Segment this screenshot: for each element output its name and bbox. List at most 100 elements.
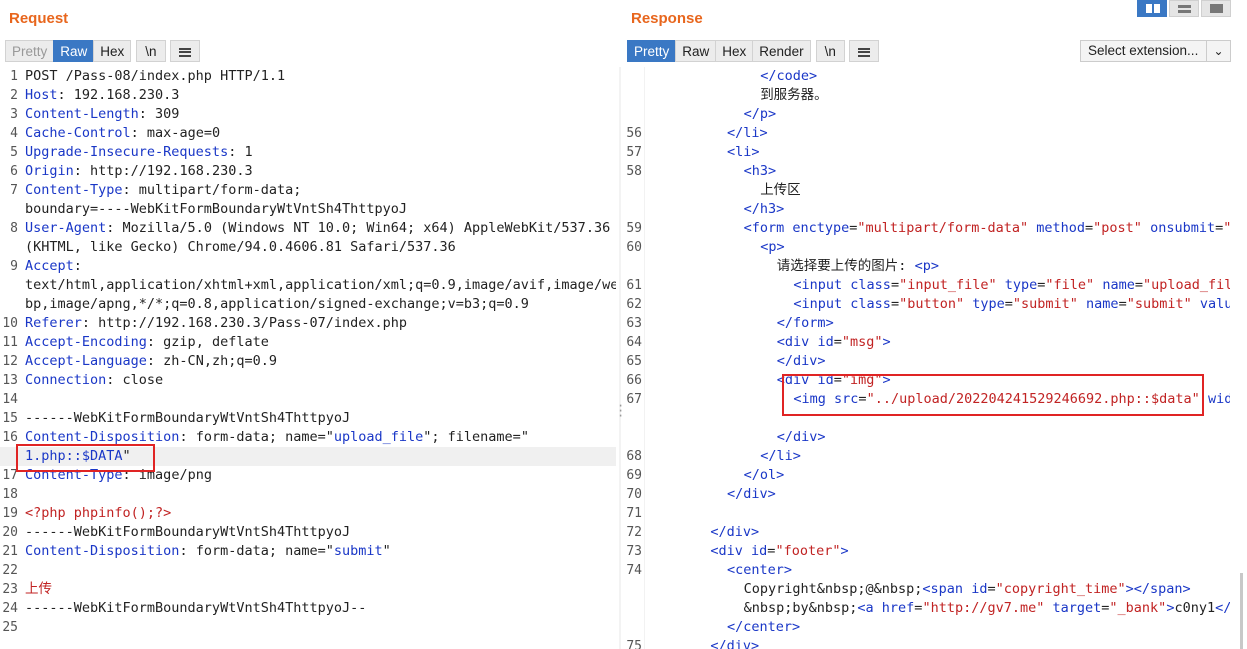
request-tab-raw[interactable]: Raw — [53, 40, 95, 62]
response-title: Response — [631, 10, 703, 27]
line-code: 上传 — [25, 580, 52, 599]
code-token: Copyright&nbsp;@&nbsp; — [743, 581, 923, 597]
split-horizontal-layout-icon[interactable] — [1137, 0, 1167, 17]
line-number: 6 — [10, 164, 18, 179]
line-code: </div> — [644, 428, 826, 447]
code-token: method — [1028, 220, 1086, 236]
code-token: &nbsp;by&nbsp; — [743, 600, 858, 616]
line-number: 2 — [10, 88, 18, 103]
code-token: <img — [793, 391, 835, 407]
line-number: 17 — [2, 468, 18, 483]
code-token: </div> — [776, 353, 826, 369]
response-viewer[interactable]: </code> 到服务器。 </p> 56 </li> 57 <li> 58 <h3> 上传区 </… — [624, 67, 1230, 649]
line-number: 75 — [626, 639, 642, 649]
code-token: " — [382, 543, 391, 559]
request-line: 20 ------WebKitFormBoundaryWtVntSh4Thttpy… — [0, 523, 616, 542]
code-token: 到服务器。 — [760, 87, 828, 103]
code-token: Accept — [25, 258, 74, 274]
code-token: id — [971, 581, 988, 597]
response-tab-pretty[interactable]: Pretty — [627, 40, 677, 62]
code-token: " — [122, 448, 131, 464]
code-token: type — [996, 277, 1038, 293]
request-line: 22 — [0, 561, 616, 580]
request-editor[interactable]: 1 POST /Pass-08/index.php HTTP/1.1 2 Host: … — [0, 67, 616, 649]
response-tab-raw[interactable]: Raw — [675, 40, 717, 62]
line-number: 10 — [2, 316, 18, 331]
response-line: 62 <input class="button" type="submit" na… — [624, 295, 1230, 314]
line-code: </center> — [644, 618, 800, 637]
response-line: </p> — [624, 105, 1230, 124]
line-number: 57 — [626, 145, 642, 160]
response-line: 59 <form enctype = "multipart/form-data" me… — [624, 219, 1230, 238]
request-line: 1.php::$DATA" — [0, 447, 616, 466]
request-newline-toggle[interactable]: \n — [136, 40, 166, 62]
line-code: <input class="button" type="submit" name… — [644, 295, 1230, 314]
code-token: <input — [793, 277, 851, 293]
request-line: 19 <?php phpinfo();?> — [0, 504, 616, 523]
line-number: 24 — [2, 601, 18, 616]
request-menu-button[interactable] — [169, 40, 200, 62]
chevron-down-icon: ⌄ — [1206, 41, 1230, 61]
line-code: <p> — [644, 238, 784, 257]
code-token: = — [858, 391, 867, 407]
response-tab-render[interactable]: Render — [752, 40, 811, 62]
code-token: widt — [1207, 391, 1230, 407]
code-token: "img" — [841, 372, 883, 388]
code-token: href — [881, 600, 915, 616]
single-pane-layout-icon[interactable] — [1201, 0, 1231, 17]
line-number: 18 — [2, 487, 18, 502]
response-line: 上传区 — [624, 181, 1230, 200]
line-code: </li> — [644, 447, 801, 466]
code-token: <form — [743, 220, 793, 236]
request-line: 7 Content-Type: multipart/form-data; — [0, 181, 616, 200]
line-code: 1.php::$DATA" — [25, 447, 131, 466]
code-token: id — [751, 543, 768, 559]
code-token: Host — [25, 87, 58, 103]
line-code: </div> — [644, 637, 759, 649]
response-line: 75 </div> — [624, 637, 1230, 649]
code-token: Connection — [25, 372, 107, 388]
code-token: 请选择要上传的图片: — [776, 258, 915, 274]
code-token: upload_file — [333, 429, 424, 445]
code-token: "footer" — [775, 543, 841, 559]
code-token: = — [833, 372, 842, 388]
request-tab-hex[interactable]: Hex — [93, 40, 132, 62]
line-number: 62 — [626, 297, 642, 312]
request-line: 3 Content-Length: 309 — [0, 105, 616, 124]
request-tab-pretty[interactable]: Pretty — [5, 40, 55, 62]
response-line: 65 </div> — [624, 352, 1230, 371]
line-code: Cache-Control: max-age=0 — [25, 124, 220, 143]
response-tab-hex[interactable]: Hex — [715, 40, 754, 62]
code-token: "_bank" — [1109, 600, 1167, 616]
code-token: value — [1199, 296, 1230, 312]
code-token: ------WebKitFormBoundaryWtVntSh4ThttpyoJ — [25, 524, 351, 540]
code-token: "msg" — [841, 334, 883, 350]
response-line: 72 </div> — [624, 523, 1230, 542]
pane-divider[interactable] — [619, 67, 621, 649]
response-scrollbar[interactable] — [1240, 573, 1243, 649]
request-line: text/html,application/xhtml+xml,applicat… — [0, 276, 616, 295]
line-code: ------WebKitFormBoundaryWtVntSh4ThttpyoJ — [25, 409, 350, 428]
line-code: </code> — [644, 67, 817, 86]
response-menu-button[interactable] — [848, 40, 879, 62]
code-token: submit — [333, 543, 383, 559]
select-extension-dropdown[interactable]: Select extension... ⌄ — [1080, 40, 1231, 62]
request-line: 2 Host: 192.168.230.3 — [0, 86, 616, 105]
line-code: Accept: — [25, 257, 82, 276]
line-code: ------WebKitFormBoundaryWtVntSh4ThttpyoJ… — [25, 599, 366, 618]
request-line: 4 Cache-Control: max-age=0 — [0, 124, 616, 143]
code-token: 1.php::$DATA — [25, 448, 123, 464]
code-token: "http://gv7.me" — [922, 600, 1045, 616]
code-token: <h3> — [743, 163, 777, 179]
response-newline-toggle[interactable]: \n — [815, 40, 845, 62]
code-token: "post" — [1093, 220, 1142, 236]
code-token: <input — [793, 296, 851, 312]
line-code: <div id="footer"> — [644, 542, 848, 561]
split-vertical-layout-icon[interactable] — [1169, 0, 1199, 17]
code-token: = — [1134, 277, 1143, 293]
code-token: target — [1044, 600, 1102, 616]
code-token: = — [890, 277, 900, 293]
code-token: </h3> — [743, 201, 785, 217]
line-code: </li> — [644, 124, 768, 143]
line-code: Copyright&nbsp;@&nbsp;<span id="copyrigh… — [644, 580, 1191, 599]
